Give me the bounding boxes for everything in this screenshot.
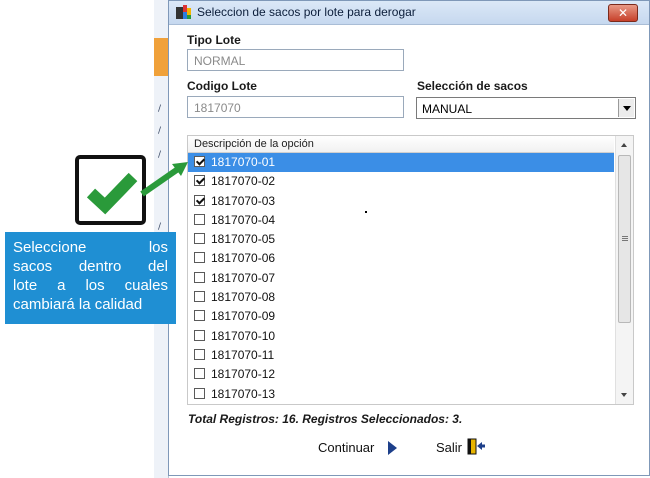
row-checkbox[interactable] — [194, 271, 205, 283]
row-checkbox[interactable] — [194, 156, 205, 167]
window-title: Seleccion de sacos por lote para derogar — [197, 5, 416, 19]
seleccion-sacos-select[interactable]: MANUAL — [416, 97, 636, 119]
exit-label: Salir — [436, 440, 463, 455]
list-rows: 1817070-01 1817070-02 1817070-03 1817070-04… — [188, 153, 614, 404]
row-label: 1817070-09 — [211, 309, 276, 324]
codigo-lote-field: 1817070 — [187, 96, 404, 118]
tipo-lote-label: Tipo Lote — [187, 33, 241, 47]
check-icon — [86, 172, 138, 215]
pointer-arrow-icon — [140, 162, 188, 197]
row-label: 1817070-12 — [211, 367, 276, 382]
close-button[interactable]: ✕ — [608, 4, 638, 22]
row-checkbox[interactable] — [194, 310, 205, 322]
row-checkbox[interactable] — [194, 387, 205, 399]
tipo-lote-field: NORMAL — [187, 49, 404, 71]
totals-text: Total Registros: 16. Registros Seleccion… — [188, 412, 463, 426]
list-item[interactable]: 1817070-02 — [188, 172, 614, 191]
list-item[interactable]: 1817070-01 — [188, 153, 614, 173]
sacos-list[interactable]: Descripción de la opción 1817070-01 18170… — [187, 135, 634, 405]
row-checkbox[interactable] — [194, 329, 205, 341]
row-label: 1817070-02 — [211, 174, 276, 189]
row-label: 1817070-08 — [211, 290, 276, 305]
vertical-scrollbar[interactable] — [615, 136, 633, 404]
scroll-up-icon[interactable] — [616, 136, 633, 153]
list-item[interactable]: 1817070-03 — [188, 192, 614, 211]
callout-line: cambiará la calidad — [13, 296, 143, 313]
background-glyph: / — [158, 104, 162, 114]
list-item[interactable]: 1817070-11 — [188, 346, 614, 365]
row-label: 1817070-04 — [211, 212, 276, 227]
row-checkbox[interactable] — [194, 252, 205, 264]
exit-door-icon — [467, 438, 485, 455]
selection-dialog: Seleccion de sacos por lote para derogar… — [168, 0, 650, 476]
column-header[interactable]: Descripción de la opción — [188, 136, 614, 153]
list-item[interactable]: 1817070-08 — [188, 288, 614, 307]
row-label: 1817070-13 — [211, 386, 276, 401]
row-label: 1817070-06 — [211, 251, 276, 266]
continue-label: Continuar — [318, 440, 375, 455]
seleccion-sacos-value: MANUAL — [422, 102, 473, 116]
instruction-callout: Seleccione los sacos dentro del lote a l… — [5, 232, 176, 324]
callout-line: Seleccione los — [13, 239, 168, 256]
row-label: 1817070-03 — [211, 193, 276, 208]
row-checkbox[interactable] — [194, 348, 205, 360]
callout-line: sacos dentro del — [13, 258, 168, 275]
background-glyph: / — [158, 150, 162, 160]
list-item[interactable]: 1817070-04 — [188, 211, 614, 230]
title-bar[interactable]: Seleccion de sacos por lote para derogar… — [169, 1, 649, 25]
row-checkbox[interactable] — [194, 194, 205, 206]
row-label: 1817070-10 — [211, 328, 276, 343]
row-label: 1817070-07 — [211, 270, 276, 285]
scroll-down-icon[interactable] — [616, 387, 633, 404]
exit-button[interactable]: Salir — [436, 438, 485, 455]
seleccion-sacos-label: Selección de sacos — [417, 79, 528, 93]
background-glyph: / — [158, 126, 162, 136]
row-label: 1817070-01 — [211, 155, 276, 169]
scroll-thumb[interactable] — [618, 155, 631, 323]
grip-icon — [622, 236, 628, 237]
list-item[interactable]: 1817070-13 — [188, 385, 614, 404]
callout-line: lote a los cuales — [13, 277, 168, 294]
list-item[interactable]: 1817070-12 — [188, 365, 614, 384]
row-checkbox[interactable] — [194, 175, 205, 187]
checkmark-box — [75, 155, 146, 225]
stray-dot — [365, 211, 367, 213]
row-checkbox[interactable] — [194, 291, 205, 303]
background-glyph: / — [158, 222, 162, 232]
chevron-down-icon[interactable] — [618, 99, 634, 117]
row-label: 1817070-11 — [211, 347, 275, 362]
row-checkbox[interactable] — [194, 233, 205, 245]
row-checkbox[interactable] — [194, 368, 205, 380]
list-item[interactable]: 1817070-06 — [188, 249, 614, 268]
list-item[interactable]: 1817070-07 — [188, 269, 614, 288]
list-item[interactable]: 1817070-09 — [188, 307, 614, 326]
continue-button[interactable]: Continuar — [318, 440, 397, 455]
app-icon — [176, 5, 191, 19]
background-app-accent — [154, 38, 168, 76]
list-item[interactable]: 1817070-05 — [188, 230, 614, 249]
list-item[interactable]: 1817070-10 — [188, 327, 614, 346]
row-label: 1817070-05 — [211, 232, 276, 247]
row-checkbox[interactable] — [194, 213, 205, 225]
play-arrow-icon — [388, 441, 397, 455]
codigo-lote-label: Codigo Lote — [187, 79, 257, 93]
